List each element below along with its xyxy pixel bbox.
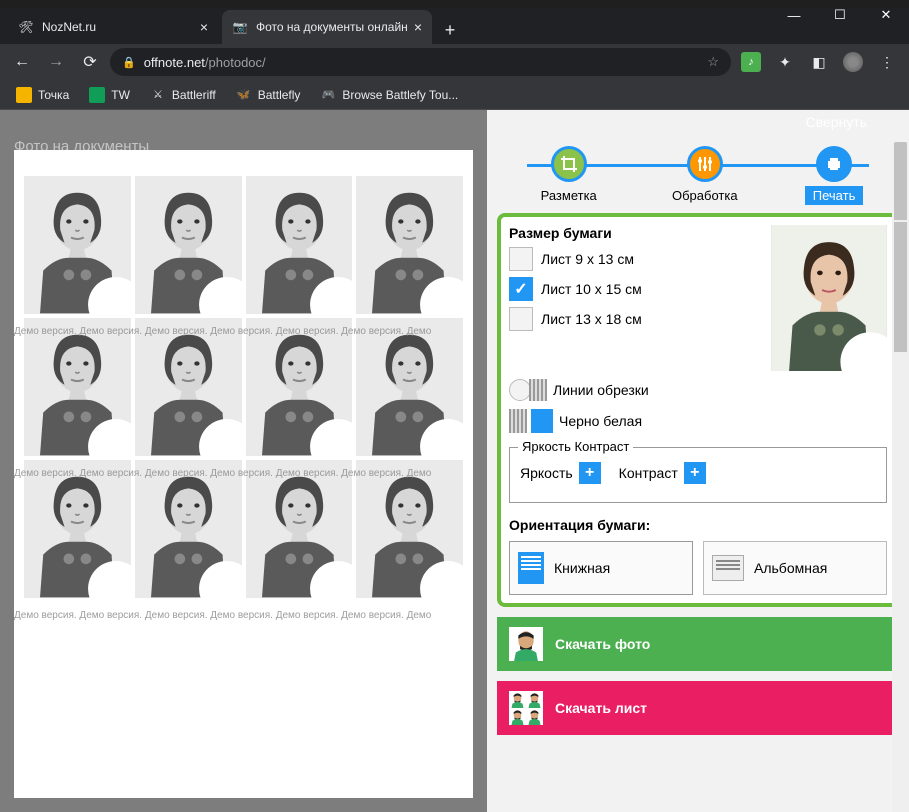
watermark-text: Демо версия. Демо версия. Демо версия. Д… (14, 610, 473, 621)
bookmark-battlefly[interactable]: 🦋Battlefly (228, 83, 309, 107)
landscape-page-icon (712, 555, 744, 581)
print-settings-box: Размер бумаги Лист 9 x 13 см Лист 10 x 1… (497, 213, 899, 607)
back-button[interactable]: ← (8, 48, 36, 76)
wizard-steps: Разметка Обработка Печать (497, 146, 899, 213)
step-markup[interactable]: Разметка (533, 146, 605, 205)
step-print[interactable]: Печать (805, 146, 864, 205)
checkbox-checked-icon (509, 277, 533, 301)
game-icon: 🎮 (320, 87, 336, 103)
wrench-icon: 🛠 (18, 19, 34, 35)
tab-title: Фото на документы онлайн (256, 20, 408, 34)
bookmark-battleriff[interactable]: ⚔Battleriff (142, 83, 224, 107)
reload-button[interactable]: ⟳ (76, 48, 104, 76)
sheet-photo (135, 460, 242, 598)
preview-panel: Демо версия. Демо версия. Демо версия. Д… (0, 110, 487, 812)
contrast-label: Контраст (619, 465, 678, 481)
paper-option-13x18[interactable]: Лист 13 x 18 см (509, 307, 763, 331)
sheet-photo (24, 460, 131, 598)
minimize-button[interactable]: — (771, 0, 817, 30)
square-green-icon (89, 87, 105, 103)
step-processing[interactable]: Обработка (664, 146, 746, 205)
profile-avatar[interactable] (839, 48, 867, 76)
bw-toggle[interactable]: Черно белая (509, 409, 887, 433)
sheet-photo (246, 176, 353, 314)
crop-lines-toggle[interactable]: Линии обрезки (509, 379, 887, 401)
download-sheet-button[interactable]: Скачать лист (497, 681, 899, 735)
sheet-photo (24, 176, 131, 314)
watermark-text: Демо версия. Демо версия. Демо версия. Д… (14, 326, 473, 337)
scrollbar-thumb[interactable] (894, 142, 907, 222)
brightness-contrast-group: Яркость Контраст Яркость + Контраст + (509, 447, 887, 503)
checkbox-icon (509, 247, 533, 271)
bookmark-tw[interactable]: TW (81, 83, 138, 107)
tab-title: NozNet.ru (42, 20, 96, 34)
bookmark-tochka[interactable]: Точка (8, 83, 77, 107)
camera-icon: 📷 (232, 19, 248, 35)
square-yellow-icon (16, 87, 32, 103)
close-icon[interactable]: × (200, 19, 208, 35)
tab-noznet[interactable]: 🛠 NozNet.ru × (8, 10, 218, 44)
star-icon[interactable]: ☆ (707, 54, 719, 70)
tab-strip: 🛠 NozNet.ru × 📷 Фото на документы онлайн… (0, 8, 909, 44)
orientation-landscape-button[interactable]: Альбомная (703, 541, 887, 595)
toggle-off-icon (509, 379, 531, 401)
photo-thumb-icon (509, 627, 543, 661)
sheet-photo (246, 318, 353, 456)
menu-icon[interactable]: ⋮ (873, 48, 901, 76)
address-bar: ← → ⟳ 🔒 offnote.net/photodoc/ ☆ ♪ ✦ ◧ ⋮ (0, 44, 909, 80)
extensions-icon[interactable]: ✦ (771, 48, 799, 76)
print-sheet: Демо версия. Демо версия. Демо версия. Д… (14, 150, 473, 798)
swords-icon: ⚔ (150, 87, 166, 103)
sheet-photo (24, 318, 131, 456)
orientation-portrait-button[interactable]: Книжная (509, 541, 693, 595)
download-photo-button[interactable]: Скачать фото (497, 617, 899, 671)
lock-icon: 🔒 (122, 56, 136, 69)
scrollbar-thumb[interactable] (894, 222, 907, 352)
orientation-title: Ориентация бумаги: (509, 517, 887, 533)
sliders-icon (687, 146, 723, 182)
brightness-plus-button[interactable]: + (579, 462, 601, 484)
portrait-page-icon (518, 552, 544, 584)
url-path: /photodoc/ (205, 55, 266, 70)
url-domain: offnote.net (144, 55, 205, 70)
paper-option-10x15[interactable]: Лист 10 x 15 см (509, 277, 763, 301)
url-input[interactable]: 🔒 offnote.net/photodoc/ ☆ (110, 48, 731, 76)
fieldset-legend: Яркость Контраст (518, 439, 633, 454)
new-tab-button[interactable]: + (436, 16, 464, 44)
watermark-text: Демо версия. Демо версия. Демо версия. Д… (14, 468, 473, 479)
sheet-photo (356, 318, 463, 456)
paper-size-title: Размер бумаги (509, 225, 763, 241)
sheet-photo (135, 176, 242, 314)
close-window-button[interactable]: ✕ (863, 0, 909, 30)
bookmarks-bar: Точка TW ⚔Battleriff 🦋Battlefly 🎮Browse … (0, 80, 909, 110)
sheet-thumb-icon (509, 691, 543, 725)
printer-icon (816, 146, 852, 182)
sidepanel-icon[interactable]: ◧ (805, 48, 833, 76)
crop-icon (551, 146, 587, 182)
paper-option-9x13[interactable]: Лист 9 x 13 см (509, 247, 763, 271)
settings-panel: Разметка Обработка Печать Размер бумаги … (487, 110, 909, 812)
maximize-button[interactable]: ☐ (817, 0, 863, 30)
photo-preview-thumb (771, 225, 887, 371)
sheet-photo (135, 318, 242, 456)
butterfly-icon: 🦋 (236, 87, 252, 103)
page-title: Фото на документы (14, 138, 149, 155)
sheet-photo (356, 460, 463, 598)
toggle-on-icon (509, 409, 527, 433)
extension-music-icon[interactable]: ♪ (737, 48, 765, 76)
forward-button: → (42, 48, 70, 76)
sheet-photo (246, 460, 353, 598)
checkbox-icon (509, 307, 533, 331)
brightness-label: Яркость (520, 465, 573, 481)
page-scrollbar[interactable] (892, 220, 909, 812)
close-icon[interactable]: × (414, 19, 422, 35)
bookmark-battlefy[interactable]: 🎮Browse Battlefy Tou... (312, 83, 466, 107)
tab-photodoc[interactable]: 📷 Фото на документы онлайн × (222, 10, 432, 44)
collapse-button[interactable]: Свернуть (794, 110, 909, 138)
sheet-photo (356, 176, 463, 314)
contrast-plus-button[interactable]: + (684, 462, 706, 484)
